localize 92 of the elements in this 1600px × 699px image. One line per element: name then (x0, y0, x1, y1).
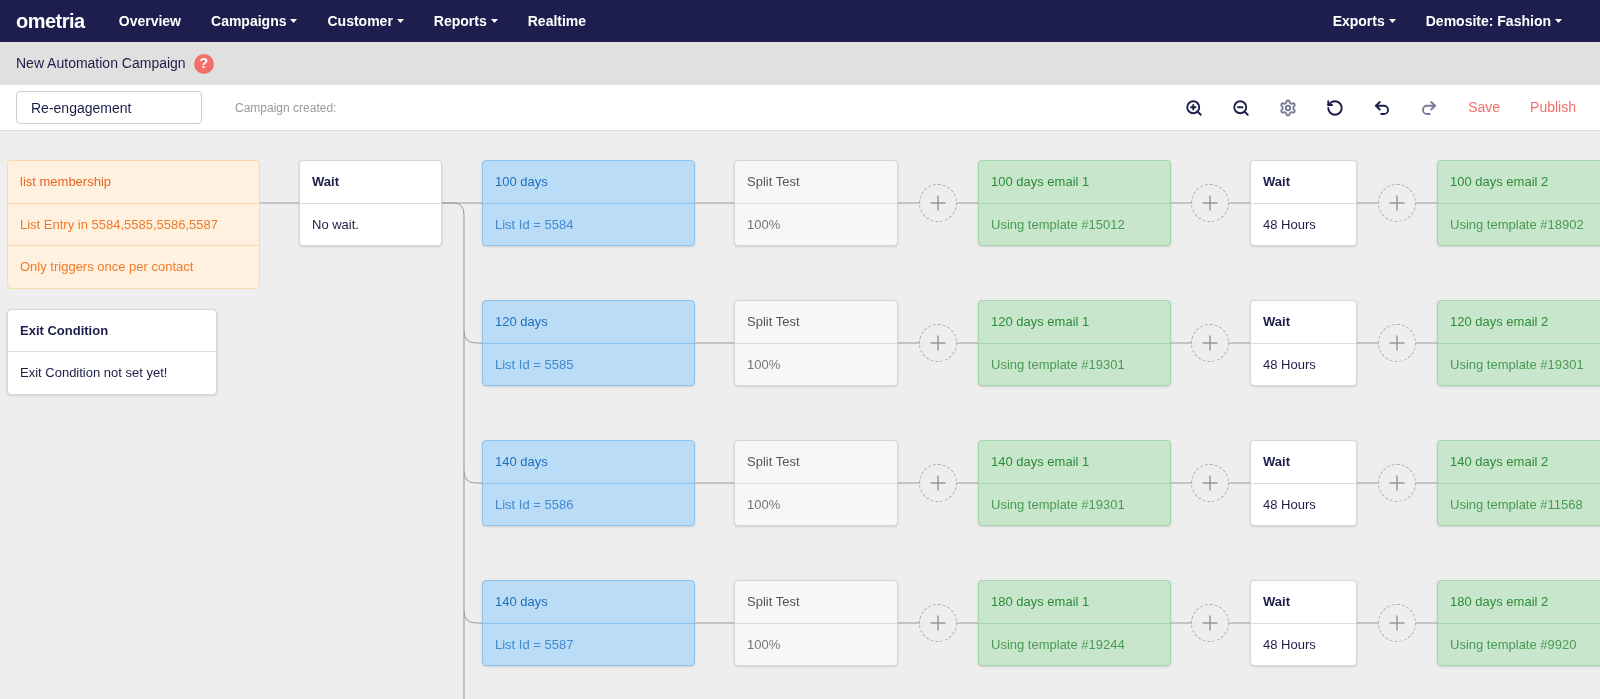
node-title: 100 days (483, 161, 694, 204)
node-title: 140 days (483, 581, 694, 624)
add-step-button[interactable] (1191, 324, 1229, 362)
wait-node[interactable]: Wait 48 Hours (1250, 580, 1357, 666)
zoom-in-icon[interactable] (1184, 97, 1205, 118)
nav-link[interactable]: Exports (1332, 10, 1396, 32)
nav-link[interactable]: Overview (118, 10, 181, 32)
wait-node[interactable]: Wait 48 Hours (1250, 160, 1357, 246)
split-test-node[interactable]: Split Test 100% (734, 160, 898, 246)
node-detail: List Id = 5584 (494, 216, 575, 235)
node-detail: 48 Hours (1262, 216, 1317, 235)
node-detail: 100% (746, 216, 782, 235)
add-step-button[interactable] (1191, 184, 1229, 222)
node-detail: No wait. (311, 216, 360, 235)
segment-node[interactable]: 120 days List Id = 5585 (482, 300, 695, 386)
split-test-node[interactable]: Split Test 100% (734, 300, 898, 386)
node-detail: Only triggers once per contact (19, 258, 195, 277)
logo[interactable]: ometria (16, 6, 85, 36)
segment-node[interactable]: 100 days List Id = 5584 (482, 160, 695, 246)
nav-link[interactable]: Realtime (527, 10, 587, 32)
node-title: Wait (1251, 441, 1356, 484)
node-title: Exit Condition (8, 310, 216, 352)
add-step-button[interactable] (1191, 604, 1229, 642)
node-detail: List Id = 5586 (494, 496, 575, 515)
node-detail: Exit Condition not set yet! (19, 364, 169, 383)
node-title: 180 days email 2 (1438, 581, 1600, 624)
node-title: 140 days (483, 441, 694, 484)
split-test-node[interactable]: Split Test 100% (734, 440, 898, 526)
node-title: Split Test (735, 161, 897, 204)
caret-icon (396, 19, 404, 23)
nav-link[interactable]: Campaigns (211, 10, 298, 32)
node-detail: 100% (746, 636, 782, 655)
campaign-name-field[interactable]: Re-engagement (16, 91, 202, 124)
history-icon[interactable] (1325, 97, 1346, 118)
node-detail: Using template #19301 (990, 496, 1126, 515)
node-detail: 100% (746, 356, 782, 375)
node-detail: List Entry in 5584,5585,5586,5587 (8, 204, 259, 246)
add-step-button[interactable] (919, 464, 957, 502)
node-detail: Using template #9920 (1449, 636, 1578, 655)
add-step-button[interactable] (1378, 324, 1416, 362)
node-detail: Using template #19301 (990, 356, 1126, 375)
add-step-button[interactable] (1378, 464, 1416, 502)
add-step-button[interactable] (1378, 604, 1416, 642)
nav-link[interactable]: Customer (327, 10, 404, 32)
node-title: Wait (1251, 301, 1356, 344)
node-detail: Using template #19244 (990, 636, 1126, 655)
wait-node[interactable]: Wait 48 Hours (1250, 440, 1357, 526)
node-title: Wait (300, 161, 441, 204)
node-title: 100 days email 1 (979, 161, 1170, 204)
page-title: New Automation Campaign (16, 54, 186, 73)
node-title: Split Test (735, 301, 897, 344)
wait-node[interactable]: Wait 48 Hours (1250, 300, 1357, 386)
exit-condition-node[interactable]: Exit Condition Exit Condition not set yet! (7, 309, 217, 395)
node-detail: Using template #15012 (990, 216, 1126, 235)
node-title: Split Test (735, 581, 897, 624)
node-title: 140 days email 1 (979, 441, 1170, 484)
node-detail: List Id = 5587 (494, 636, 575, 655)
add-step-button[interactable] (919, 184, 957, 222)
zoom-out-icon[interactable] (1231, 97, 1252, 118)
node-detail: Using template #11568 (1449, 496, 1584, 515)
campaign-status: Campaign created: (235, 99, 337, 117)
node-title: 120 days email 1 (979, 301, 1170, 344)
node-detail: Using template #18902 (1449, 216, 1585, 235)
node-title: Wait (1251, 581, 1356, 624)
add-step-button[interactable] (1191, 464, 1229, 502)
caret-icon (490, 19, 498, 23)
add-step-button[interactable] (1378, 184, 1416, 222)
add-step-button[interactable] (919, 604, 957, 642)
split-test-node[interactable]: Split Test 100% (734, 580, 898, 666)
node-detail: 100% (746, 496, 782, 515)
caret-icon (1555, 19, 1562, 23)
nav-link[interactable]: Reports (433, 10, 498, 32)
node-title: Wait (1251, 161, 1356, 204)
node-title: list membership (8, 161, 259, 204)
node-title: 140 days email 2 (1438, 441, 1600, 484)
wait-node[interactable]: Wait No wait. (299, 160, 442, 246)
node-detail: 48 Hours (1262, 356, 1317, 375)
segment-node[interactable]: 140 days List Id = 5586 (482, 440, 695, 526)
node-title: 180 days email 1 (979, 581, 1170, 624)
node-title: Split Test (735, 441, 897, 484)
node-detail: 48 Hours (1262, 496, 1317, 515)
node-detail: 48 Hours (1262, 636, 1317, 655)
node-title: 120 days email 2 (1438, 301, 1600, 344)
caret-icon (290, 19, 298, 23)
segment-node[interactable]: 140 days List Id = 5587 (482, 580, 695, 666)
node-detail: Using template #19301 (1449, 356, 1585, 375)
node-title: 100 days email 2 (1438, 161, 1600, 204)
caret-icon (1388, 19, 1396, 23)
nav-link[interactable]: Demosite: Fashion (1425, 10, 1562, 32)
node-title: 120 days (483, 301, 694, 344)
add-step-button[interactable] (919, 324, 957, 362)
node-detail: List Id = 5585 (494, 356, 575, 375)
